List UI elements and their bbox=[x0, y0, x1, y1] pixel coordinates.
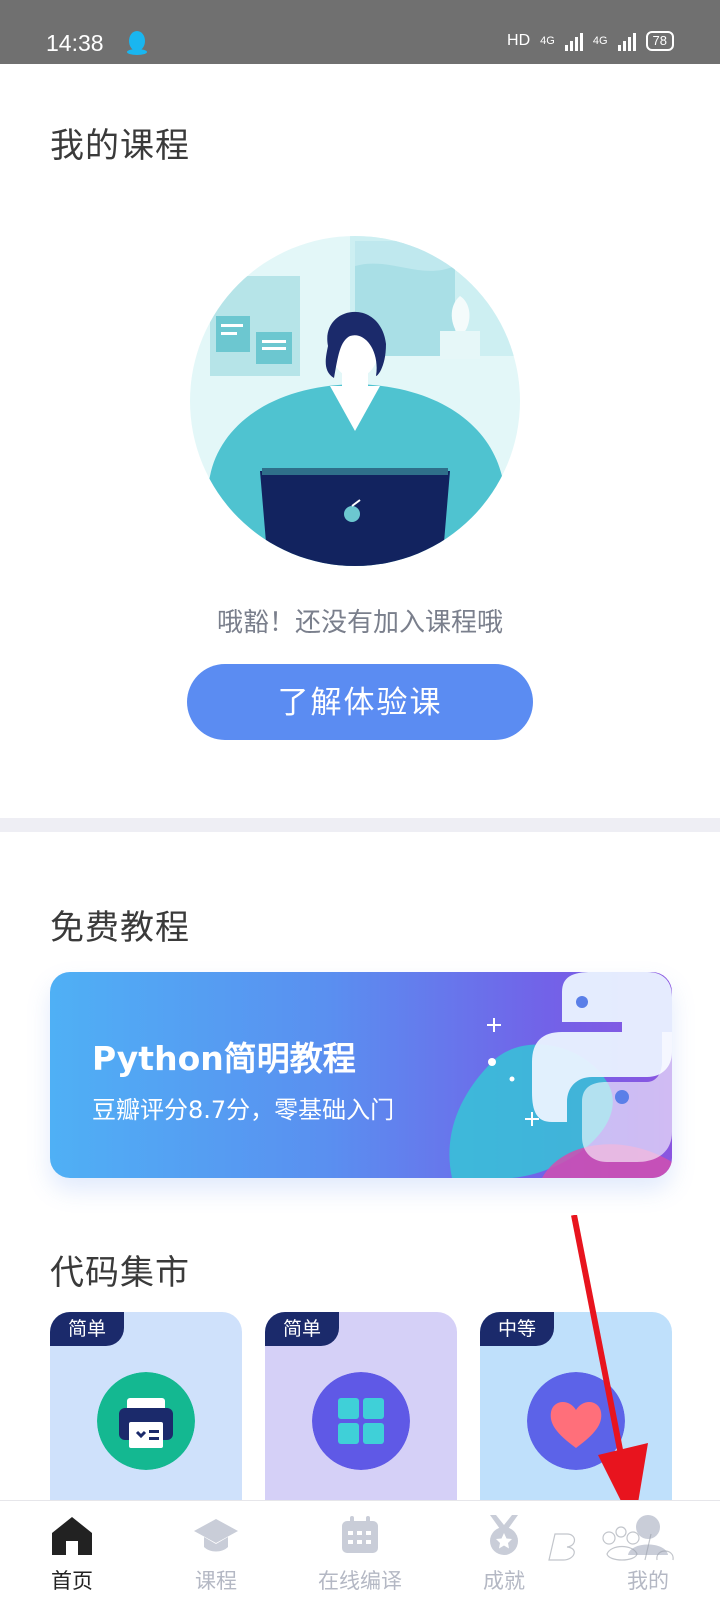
battery-indicator: 78 bbox=[645, 31, 674, 51]
signal-icon bbox=[564, 31, 583, 51]
status-indicators: HD 4G 4G 78 bbox=[507, 31, 674, 51]
nav-compiler[interactable]: 在线编译 bbox=[288, 1501, 432, 1601]
nav-home[interactable]: 首页 bbox=[0, 1501, 144, 1601]
python-tutorial-banner[interactable]: Python简明教程 豆瓣评分8.7分，零基础入门 bbox=[50, 972, 672, 1178]
python-logo-icon bbox=[449, 972, 672, 1178]
free-tutorials-title: 免费教程 bbox=[50, 908, 190, 948]
printer-icon bbox=[97, 1372, 195, 1470]
signal-label-2: 4G bbox=[592, 35, 608, 47]
status-time: 14:38 bbox=[46, 30, 104, 56]
status-bar: 14:38 HD 4G 4G 78 bbox=[0, 0, 720, 64]
calendar-keyboard-icon bbox=[342, 1516, 378, 1553]
empty-courses-message: 哦豁！还没有加入课程哦 bbox=[216, 608, 503, 638]
banner-title: Python简明教程 bbox=[92, 1039, 356, 1078]
hd-indicator: HD bbox=[507, 32, 531, 49]
difficulty-badge: 简单 bbox=[265, 1312, 340, 1346]
nav-compiler-label: 在线编译 bbox=[318, 1569, 402, 1593]
trial-course-button[interactable]: 了解体验课 bbox=[187, 664, 533, 740]
grid-icon bbox=[312, 1372, 410, 1470]
nav-courses[interactable]: 课程 bbox=[144, 1501, 288, 1601]
nav-home-label: 首页 bbox=[51, 1569, 93, 1593]
baidu-jingyan-watermark bbox=[548, 1526, 674, 1561]
home-icon bbox=[52, 1517, 92, 1555]
code-market-title: 代码集市 bbox=[50, 1253, 190, 1293]
banner-subtitle: 豆瓣评分8.7分，零基础入门 bbox=[92, 1096, 395, 1124]
qq-icon bbox=[127, 31, 147, 55]
code-card-1[interactable]: 简单 bbox=[50, 1312, 242, 1532]
graduation-cap-icon bbox=[194, 1519, 238, 1552]
code-card-2[interactable]: 简单 bbox=[265, 1312, 457, 1532]
empty-courses-illustration bbox=[190, 236, 520, 566]
nav-courses-label: 课程 bbox=[195, 1569, 237, 1593]
medal-icon bbox=[490, 1515, 518, 1555]
my-courses-title: 我的课程 bbox=[50, 126, 190, 166]
signal-icon-2 bbox=[617, 31, 636, 51]
difficulty-badge: 简单 bbox=[50, 1312, 125, 1346]
annotation-arrow bbox=[571, 1215, 648, 1527]
section-divider bbox=[0, 818, 720, 832]
signal-label-1: 4G bbox=[540, 35, 555, 47]
difficulty-badge: 中等 bbox=[480, 1312, 555, 1346]
